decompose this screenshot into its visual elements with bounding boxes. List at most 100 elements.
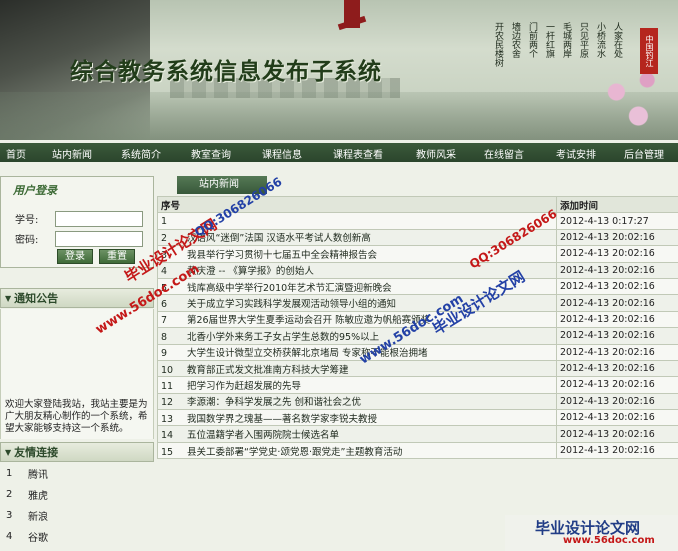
table-row[interactable]: 10 教育部正式发文批准南方科技大学筹建 2012-4-13 20:02:16 [157, 359, 678, 378]
poem-line: 开农民楼树 [493, 22, 503, 67]
nav-messages[interactable]: 在线留言 [484, 146, 524, 161]
link-item-google[interactable]: 4 谷歌 [0, 526, 154, 546]
news-title-cell[interactable]: 2 汉语风“迷倒”法国 汉语水平考试人数创新高 [157, 228, 557, 247]
notice-panel-body: 欢迎大家登陆我站，我站主要是为广大朋友精心制作的一个系统，希望大家能够支持这一个… [0, 309, 154, 439]
main-content: 站内新闻 序号 添加时间 1 2012-4-13 0:17:27 2 汉语风“迷倒”法… [157, 172, 678, 551]
news-title-cell[interactable]: 11 把学习作为赶超发展的先导 [157, 376, 557, 394]
news-title[interactable]: 钱库高级中学举行2010年艺术节汇演暨迎新晚会 [187, 283, 392, 294]
link-item-yahoo[interactable]: 2 雅虎 [0, 484, 154, 504]
news-title[interactable]: 我国数学界之瑰基——著名数学家李锐夫教授 [187, 414, 377, 425]
poem-line: 只见平原 [578, 22, 588, 58]
col-time-header: 添加时间 [556, 195, 678, 214]
news-time-cell: 2012-4-13 20:02:16 [556, 327, 678, 345]
table-row[interactable]: 8 北香小学外来务工子女占学生总数的95%以上 2012-4-13 20:02:16 [157, 327, 678, 345]
banner-ribbon-icon [344, 0, 360, 28]
password-row: 密码: [15, 230, 143, 247]
news-title[interactable]: 北香小学外来务工子女占学生总数的95%以上 [187, 332, 379, 343]
nav-timetable[interactable]: 课程表查看 [333, 146, 383, 161]
news-number: 12 [161, 397, 174, 409]
news-number: 6 [161, 299, 168, 311]
news-tab[interactable]: 站内新闻 [177, 176, 267, 194]
news-title[interactable]: 我县举行学习贯彻十七届五中全会精神报告会 [187, 250, 377, 261]
table-row[interactable]: 3 我县举行学习贯彻十七届五中全会精神报告会 2012-4-13 20:02:16 [157, 245, 678, 263]
nav-news[interactable]: 站内新闻 [52, 146, 92, 161]
table-row[interactable]: 6 关于成立学习实践科学发展观活动领导小组的通知 2012-4-13 20:02:1… [157, 294, 678, 312]
corner-logo-url: www.56doc.com [563, 535, 655, 546]
news-title-cell[interactable]: 12 李源潮：争科学发展之先 创和谐社会之优 [157, 392, 557, 411]
link-number: 3 [6, 509, 13, 521]
table-row[interactable]: 4 黄庆澄 -- 《算学报》的创始人 2012-4-13 20:02:16 [157, 261, 678, 279]
news-title[interactable]: 李源潮：争科学发展之先 创和谐社会之优 [187, 397, 361, 408]
news-number: 14 [161, 430, 174, 442]
link-label[interactable]: 雅虎 [28, 487, 48, 502]
login-button[interactable]: 登录 [57, 249, 93, 264]
table-row[interactable]: 15 县关工委部署“学党史·颂党恩·跟党走”主题教育活动 2012-4-13 20:… [157, 441, 678, 460]
news-time-cell: 2012-4-13 20:02:16 [556, 409, 678, 427]
news-time-cell: 2012-4-13 20:02:16 [556, 245, 678, 263]
news-title-cell[interactable]: 6 关于成立学习实践科学发展观活动领导小组的通知 [157, 294, 557, 312]
nav-classroom-query[interactable]: 教室查询 [191, 146, 231, 161]
news-title[interactable]: 黄庆澄 -- 《算学报》的创始人 [187, 266, 314, 277]
table-row[interactable]: 1 2012-4-13 0:17:27 [157, 212, 678, 230]
header-banner: 综合教务系统信息发布子系统 人家在处 小桥流水 只见平原 毛城两岸 一杆红旗 门… [0, 0, 678, 140]
table-row[interactable]: 9 大学生设计微型立交桥获解北京堵局 专家称不能根治拥堵 2012-4-13 20:… [157, 343, 678, 361]
link-item-tencent[interactable]: 1 腾讯 [0, 463, 154, 483]
news-number: 13 [161, 413, 174, 425]
password-input[interactable] [55, 230, 143, 247]
news-title[interactable]: 汉语风“迷倒”法国 汉语水平考试人数创新高 [187, 233, 371, 244]
news-title[interactable]: 关于成立学习实践科学发展观活动领导小组的通知 [187, 299, 396, 310]
news-title[interactable]: 把学习作为赶超发展的先导 [187, 381, 301, 392]
nav-exams[interactable]: 考试安排 [556, 146, 596, 161]
link-label[interactable]: 新浪 [28, 508, 48, 523]
link-number: 1 [6, 467, 13, 479]
news-time-cell: 2012-4-13 20:02:16 [556, 310, 678, 329]
news-time-cell: 2012-4-13 0:17:27 [556, 212, 678, 230]
site-title: 综合教务系统信息发布子系统 [70, 58, 382, 85]
table-row[interactable]: 14 五位温籍学者入围两院院士候选名单 2012-4-13 20:02:16 [157, 425, 678, 443]
news-title-cell[interactable]: 4 黄庆澄 -- 《算学报》的创始人 [157, 261, 557, 279]
news-title-cell[interactable]: 15 县关工委部署“学党史·颂党恩·跟党走”主题教育活动 [157, 441, 557, 460]
login-heading: 用户登录 [13, 184, 57, 197]
news-title[interactable]: 教育部正式发文批准南方科技大学筹建 [187, 365, 349, 376]
news-title[interactable]: 大学生设计微型立交桥获解北京堵局 专家称不能根治拥堵 [187, 348, 428, 359]
table-row[interactable]: 7 第26届世界大学生夏季运动会召开 陈敏应邀为帆船赛颁奖 2012-4-13 20… [157, 310, 678, 329]
nav-admin[interactable]: 后台管理 [624, 146, 664, 161]
nav-teachers[interactable]: 教师风采 [416, 146, 456, 161]
nav-course-info[interactable]: 课程信息 [262, 146, 302, 161]
news-time-cell: 2012-4-13 20:02:16 [556, 343, 678, 361]
news-title[interactable]: 县关工委部署“学党史·颂党恩·跟党走”主题教育活动 [187, 447, 402, 458]
reset-button[interactable]: 重置 [99, 249, 135, 264]
news-title-cell[interactable]: 7 第26届世界大学生夏季运动会召开 陈敏应邀为帆船赛颁奖 [157, 310, 557, 329]
poem-line: 一杆红旗 [544, 22, 554, 58]
news-title-cell[interactable]: 13 我国数学界之瑰基——著名数学家李锐夫教授 [157, 409, 557, 427]
table-row[interactable]: 5 钱库高级中学举行2010年艺术节汇演暨迎新晚会 2012-4-13 20:02:… [157, 277, 678, 296]
news-title-cell[interactable]: 9 大学生设计微型立交桥获解北京堵局 专家称不能根治拥堵 [157, 343, 557, 361]
table-row[interactable]: 2 汉语风“迷倒”法国 汉语水平考试人数创新高 2012-4-13 20:02:16 [157, 228, 678, 247]
news-title-cell[interactable]: 14 五位温籍学者入围两院院士候选名单 [157, 425, 557, 443]
news-number: 11 [161, 380, 174, 392]
link-label[interactable]: 谷歌 [28, 529, 48, 544]
news-number: 7 [161, 315, 168, 327]
password-label: 密码: [15, 235, 39, 246]
news-title-cell[interactable]: 3 我县举行学习贯彻十七届五中全会精神报告会 [157, 245, 557, 263]
nav-home[interactable]: 首页 [6, 146, 26, 161]
news-number: 10 [161, 364, 174, 376]
nav-intro[interactable]: 系统简介 [121, 146, 161, 161]
left-sidebar: 用户登录 学号: 密码: 登录 重置 ▼ 通知公告 欢迎大家登陆我站，我站主要是… [0, 172, 154, 551]
news-title[interactable]: 第26届世界大学生夏季运动会召开 陈敏应邀为帆船赛颁奖 [187, 315, 430, 326]
table-row[interactable]: 12 李源潮：争科学发展之先 创和谐社会之优 2012-4-13 20:02:16 [157, 392, 678, 411]
news-time-cell: 2012-4-13 20:02:16 [556, 228, 678, 247]
news-title[interactable]: 五位温籍学者入围两院院士候选名单 [187, 430, 339, 441]
table-row[interactable]: 13 我国数学界之瑰基——著名数学家李锐夫教授 2012-4-13 20:02:16 [157, 409, 678, 427]
news-title-cell[interactable]: 1 [157, 212, 557, 230]
news-time-cell: 2012-4-13 20:02:16 [556, 359, 678, 378]
news-title-cell[interactable]: 8 北香小学外来务工子女占学生总数的95%以上 [157, 327, 557, 345]
news-title-cell[interactable]: 10 教育部正式发文批准南方科技大学筹建 [157, 359, 557, 378]
link-item-sina[interactable]: 3 新浪 [0, 505, 154, 525]
page: 综合教务系统信息发布子系统 人家在处 小桥流水 只见平原 毛城两岸 一杆红旗 门… [0, 0, 678, 551]
table-row[interactable]: 11 把学习作为赶超发展的先导 2012-4-13 20:02:16 [157, 376, 678, 394]
news-time-cell: 2012-4-13 20:02:16 [556, 294, 678, 312]
student-id-input[interactable] [55, 210, 143, 227]
link-label[interactable]: 腾讯 [28, 466, 48, 481]
news-title-cell[interactable]: 5 钱库高级中学举行2010年艺术节汇演暨迎新晚会 [157, 277, 557, 296]
